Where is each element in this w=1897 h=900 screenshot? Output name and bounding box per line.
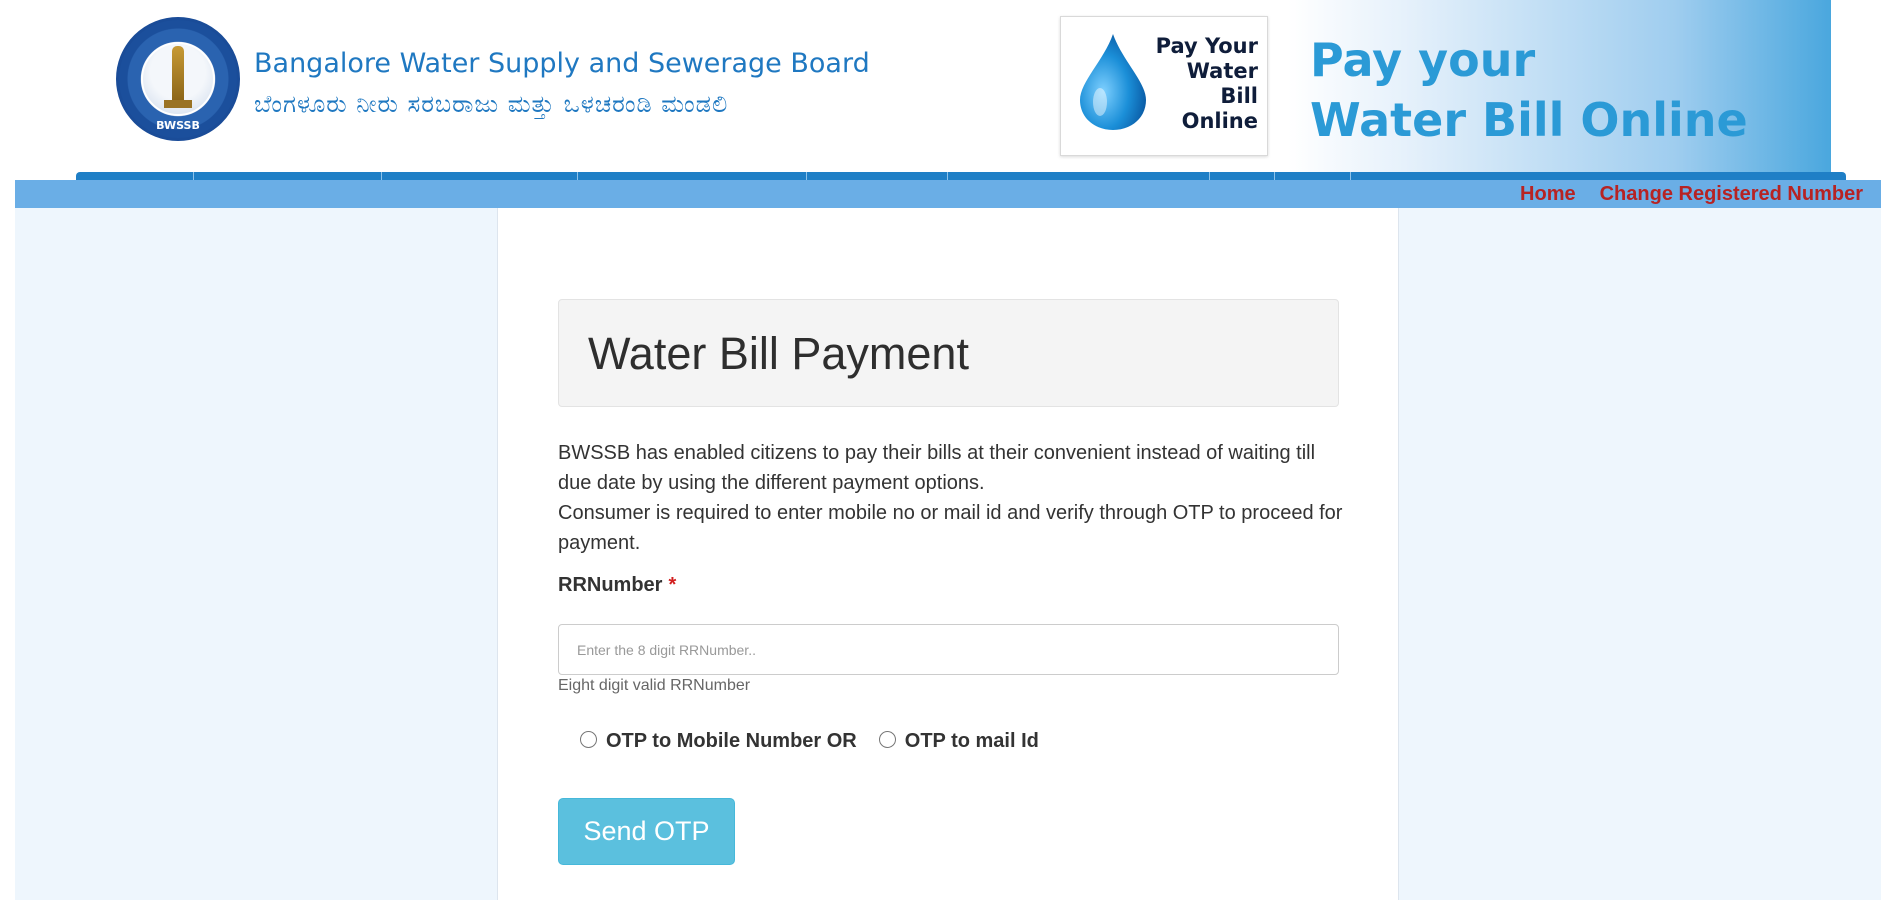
otp-mobile-label: OTP to Mobile Number OR (606, 729, 857, 752)
payment-description: BWSSB has enabled citizens to pay their … (558, 438, 1348, 558)
seal-text: BWSSB (156, 119, 200, 132)
rrnumber-help-text: Eight digit valid RRNumber (558, 677, 751, 694)
rrnumber-input[interactable] (558, 624, 1339, 675)
rrnumber-label: RRNumber * (558, 574, 677, 596)
otp-mail-label: OTP to mail Id (904, 729, 1039, 752)
otp-mail-radio[interactable] (878, 730, 896, 748)
statue-base (164, 100, 192, 108)
nav-top-strip (76, 172, 1846, 180)
otp-mail-option[interactable]: OTP to mail Id (878, 729, 1039, 753)
main-content: Water Bill Payment BWSSB has enabled cit… (497, 208, 1399, 900)
page-title: Water Bill Payment (588, 328, 969, 379)
org-name-english: Bangalore Water Supply and Sewerage Boar… (254, 48, 870, 79)
description-line-2: Consumer is required to enter mobile no … (558, 502, 1343, 554)
description-line-1: BWSSB has enabled citizens to pay their … (558, 442, 1316, 494)
page-title-box: Water Bill Payment (558, 299, 1339, 407)
statue-icon (172, 46, 184, 102)
banner-card-text: Pay Your Water Bill Online (1155, 34, 1258, 133)
left-side-panel (15, 208, 497, 900)
nav-links: Home Change Registered Number (1520, 180, 1863, 208)
otp-mobile-radio[interactable] (580, 730, 597, 748)
required-marker: * (668, 574, 677, 596)
nav-bar: Home Change Registered Number (15, 180, 1881, 208)
nav-link-change-registered-number[interactable]: Change Registered Number (1600, 183, 1863, 206)
site-header: BWSSB Bangalore Water Supply and Sewerag… (0, 0, 1897, 178)
org-name-kannada: ಬೆಂಗಳೂರು ನೀರು ಸರಬರಾಜು ಮತ್ತು ಒಳಚರಂಡಿ ಮಂಡಲ… (254, 90, 729, 118)
send-otp-button[interactable]: Send OTP (558, 798, 735, 865)
bwssb-logo: BWSSB (116, 17, 240, 141)
banner-headline: Pay your Water Bill Online (1310, 33, 1748, 147)
right-side-panel (1399, 208, 1881, 900)
otp-mobile-option[interactable]: OTP to Mobile Number OR (580, 730, 857, 753)
otp-method-group: OTP to Mobile Number OR OTP to mail Id (580, 726, 1039, 756)
nav-link-home[interactable]: Home (1520, 183, 1576, 206)
